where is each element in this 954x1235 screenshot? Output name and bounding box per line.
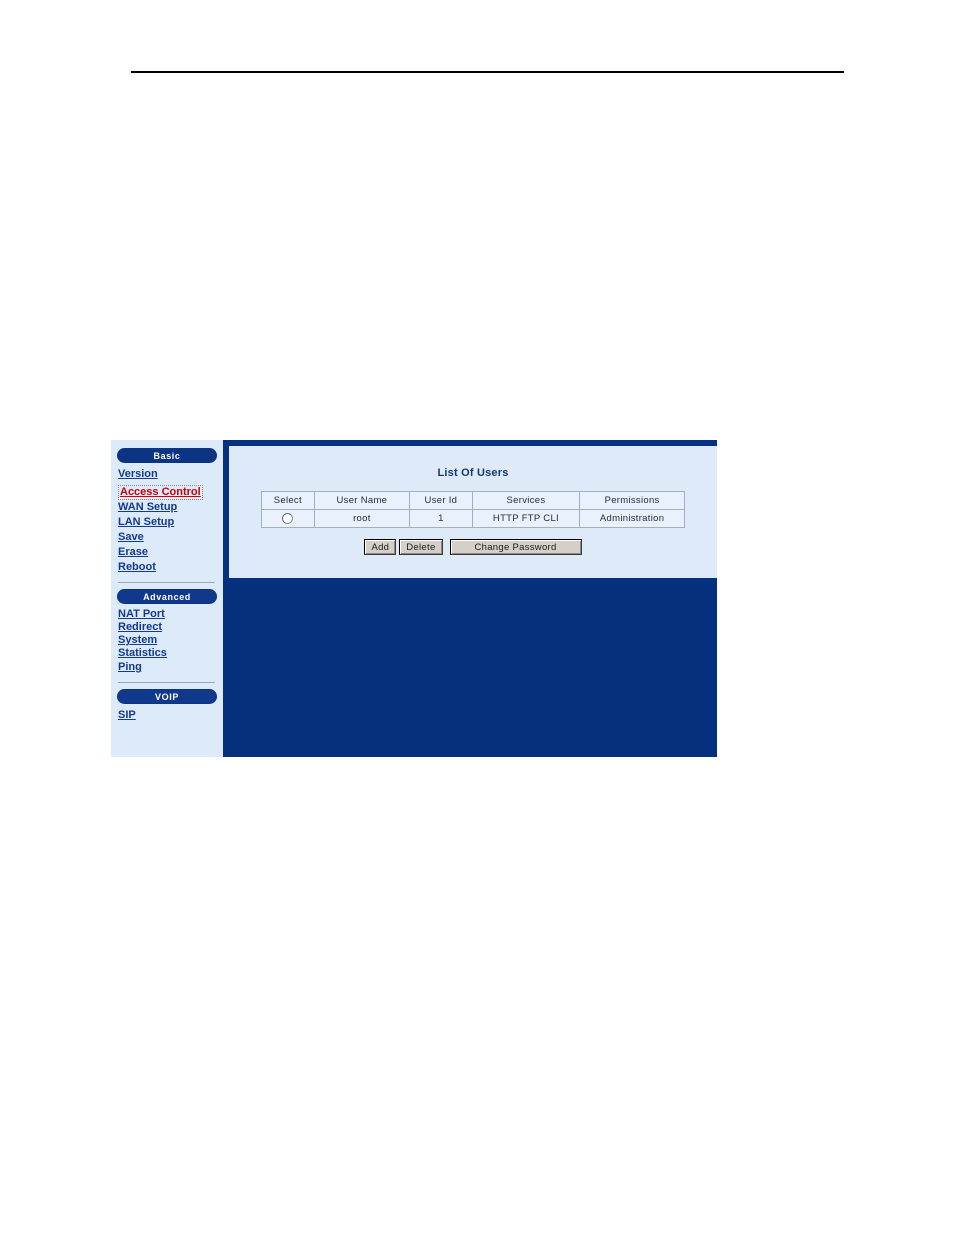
cell-permissions: Administration	[579, 509, 685, 528]
add-button[interactable]: Add	[364, 538, 397, 555]
users-table: Select User Name User Id Services Permis…	[261, 491, 685, 528]
column-header-permissions: Permissions	[579, 491, 685, 510]
sidebar-item-lan-setup[interactable]: LAN Setup	[118, 515, 223, 530]
sidebar-item-erase[interactable]: Erase	[118, 545, 223, 560]
sidebar-item-label-line1: System	[118, 634, 158, 646]
router-config-widget: Basic Version Access Control WAN Setup L…	[111, 440, 717, 757]
sidebar-divider-1	[118, 582, 215, 583]
sidebar-item-nat-port-redirect[interactable]: NAT Port Redirect	[118, 608, 223, 634]
column-header-select: Select	[261, 491, 315, 510]
sidebar-item-label-line1: NAT Port	[118, 608, 165, 620]
column-header-user-id: User Id	[409, 491, 473, 510]
page-title: List Of Users	[437, 467, 509, 479]
nav-list-basic: Version Access Control WAN Setup LAN Set…	[111, 467, 223, 575]
sidebar-item-label-line2: Statistics	[118, 647, 167, 659]
cell-select	[261, 509, 315, 528]
sidebar-item-system-statistics[interactable]: System Statistics	[118, 634, 223, 660]
sidebar-navigation: Basic Version Access Control WAN Setup L…	[111, 440, 223, 757]
action-button-row: Add Delete Change Password	[229, 538, 717, 556]
table-row: root 1 HTTP FTP CLI Administration	[261, 509, 685, 528]
nav-section-basic-header: Basic	[117, 448, 217, 463]
nav-section-voip-header: VOIP	[117, 689, 217, 704]
content-area: List Of Users Select User Name User Id S…	[223, 440, 717, 757]
user-select-radio[interactable]	[282, 512, 294, 524]
delete-button[interactable]: Delete	[399, 538, 443, 555]
cell-user-name: root	[313, 509, 411, 528]
page-header-rule	[131, 71, 844, 73]
sidebar-item-label-line2: Redirect	[118, 621, 163, 633]
column-header-services: Services	[471, 491, 581, 510]
column-header-user-name: User Name	[313, 491, 411, 510]
cell-user-id: 1	[409, 509, 473, 528]
sidebar-item-ping[interactable]: Ping	[118, 660, 223, 675]
nav-section-advanced-header: Advanced	[117, 589, 217, 604]
users-table-container: Select User Name User Id Services Permis…	[261, 491, 685, 528]
nav-list-voip: SIP	[111, 708, 223, 723]
sidebar-item-sip[interactable]: SIP	[118, 708, 223, 723]
list-of-users-panel: List Of Users Select User Name User Id S…	[229, 446, 717, 578]
sidebar-item-wan-setup[interactable]: WAN Setup	[118, 500, 223, 515]
table-header-row: Select User Name User Id Services Permis…	[261, 491, 685, 510]
nav-list-advanced: NAT Port Redirect System Statistics Ping	[111, 608, 223, 675]
sidebar-divider-2	[118, 682, 215, 683]
sidebar-item-save[interactable]: Save	[118, 530, 223, 545]
change-password-button[interactable]: Change Password	[449, 538, 582, 555]
sidebar-item-access-control[interactable]: Access Control	[118, 485, 203, 500]
sidebar-item-reboot[interactable]: Reboot	[118, 560, 223, 575]
cell-services: HTTP FTP CLI	[471, 509, 581, 528]
sidebar-item-version[interactable]: Version	[118, 467, 223, 482]
